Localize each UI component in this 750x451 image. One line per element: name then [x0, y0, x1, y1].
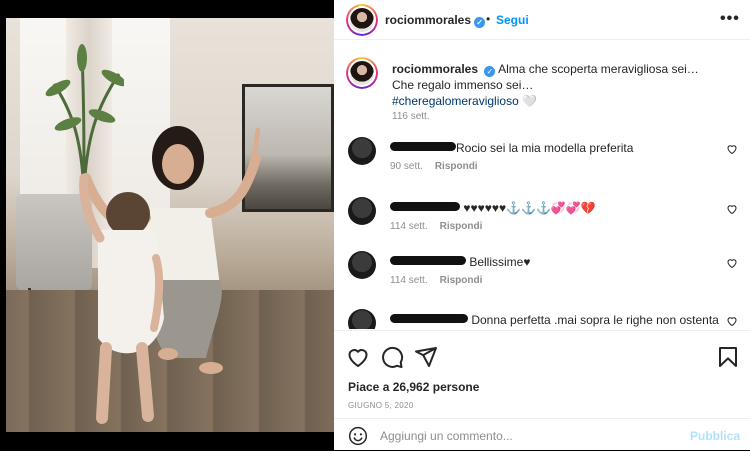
post-header: rociommorales ✓ • Segui ••• — [334, 0, 750, 40]
reply-button[interactable]: Rispondi — [435, 161, 478, 172]
comment-like-icon[interactable] — [726, 315, 738, 327]
comment-body: Donna perfetta .mai sopra le righe non o… — [390, 313, 720, 327]
comment-like-icon[interactable] — [726, 257, 738, 269]
comment-input[interactable] — [380, 427, 680, 445]
commenter-avatar[interactable] — [348, 309, 376, 329]
comment-like-icon[interactable] — [726, 203, 738, 215]
post-date[interactable]: GIUGNO 5, 2020 — [348, 401, 414, 410]
comment-time[interactable]: 114 sett. — [390, 221, 428, 232]
bookmark-icon[interactable] — [716, 345, 740, 369]
verified-badge-icon: ✓ — [474, 17, 486, 28]
share-icon[interactable] — [414, 345, 438, 369]
caption-trailing: 🤍 — [518, 94, 538, 108]
likes-count[interactable]: Piace a 26,962 persone — [348, 380, 479, 394]
caption-username[interactable]: rociommorales — [392, 62, 478, 76]
post-actions: Piace a 26,962 persone GIUGNO 5, 2020 Pu… — [334, 330, 750, 450]
author-username-text[interactable]: rociommorales — [385, 13, 471, 27]
post-details-panel: rociommorales ✓ • Segui ••• rociommorales… — [334, 0, 750, 450]
author-avatar[interactable] — [346, 4, 378, 36]
verified-badge-icon: ✓ — [484, 66, 496, 77]
comment-text: Donna perfetta .mai sopra le righe non o… — [471, 313, 719, 327]
redacted-username — [390, 314, 468, 323]
commenter-avatar[interactable] — [348, 251, 376, 279]
more-options-icon[interactable]: ••• — [720, 10, 740, 28]
people-illustration — [79, 126, 261, 424]
commenter-avatar[interactable] — [348, 137, 376, 165]
comment-meta: 114 sett. Rispondi — [390, 275, 482, 286]
comment-meta: 114 sett. Rispondi — [390, 221, 482, 232]
author-username[interactable]: rociommorales ✓ — [385, 13, 486, 28]
comment-body: Rocio sei la mia modella preferita — [390, 141, 720, 155]
redacted-username — [390, 142, 456, 151]
publish-button[interactable]: Pubblica — [690, 429, 740, 443]
comment-item: Rocio sei la mia modella preferita 90 se… — [334, 137, 750, 187]
post-photo[interactable] — [6, 18, 334, 432]
emoji-icon[interactable] — [348, 426, 368, 446]
heart-icon[interactable] — [346, 345, 370, 369]
add-comment-bar: Pubblica — [334, 418, 750, 451]
comment-icon[interactable] — [380, 345, 404, 369]
reply-button[interactable]: Rispondi — [440, 275, 483, 286]
separator-dot: • — [486, 12, 491, 26]
photo-panel — [0, 0, 334, 450]
comment-meta: 90 sett. Rispondi — [390, 161, 478, 172]
post-caption: rociommorales ✓ Alma che scoperta meravi… — [392, 61, 712, 109]
commenter-avatar[interactable] — [348, 197, 376, 225]
comment-time[interactable]: 90 sett. — [390, 161, 423, 172]
comment-text: ♥♥♥♥♥♥⚓⚓⚓💞💞💔 — [463, 201, 596, 215]
caption-hashtag[interactable]: #cheregalomeraviglioso — [392, 94, 519, 108]
comments-list[interactable]: rociommorales ✓ Alma che scoperta meravi… — [334, 41, 750, 329]
caption-timestamp[interactable]: 116 sett. — [392, 111, 430, 122]
comment-time[interactable]: 114 sett. — [390, 275, 428, 286]
comment-body: ♥♥♥♥♥♥⚓⚓⚓💞💞💔 — [390, 201, 720, 215]
comment-item: ♥♥♥♥♥♥⚓⚓⚓💞💞💔 114 sett. Rispondi — [334, 197, 750, 247]
comment-like-icon[interactable] — [726, 143, 738, 155]
comment-body: Bellissime♥ — [390, 255, 720, 269]
caption-avatar[interactable] — [346, 57, 378, 89]
comment-text: Rocio sei la mia modella preferita — [456, 141, 634, 155]
redacted-username — [390, 256, 466, 265]
redacted-username — [390, 202, 460, 211]
comment-item: Donna perfetta .mai sopra le righe non o… — [334, 309, 750, 329]
comment-text: Bellissime♥ — [466, 255, 531, 269]
comment-item: Bellissime♥ 114 sett. Rispondi — [334, 251, 750, 301]
follow-button[interactable]: Segui — [496, 13, 529, 27]
reply-button[interactable]: Rispondi — [440, 221, 483, 232]
instagram-post-modal: rociommorales ✓ • Segui ••• rociommorales… — [0, 0, 750, 450]
